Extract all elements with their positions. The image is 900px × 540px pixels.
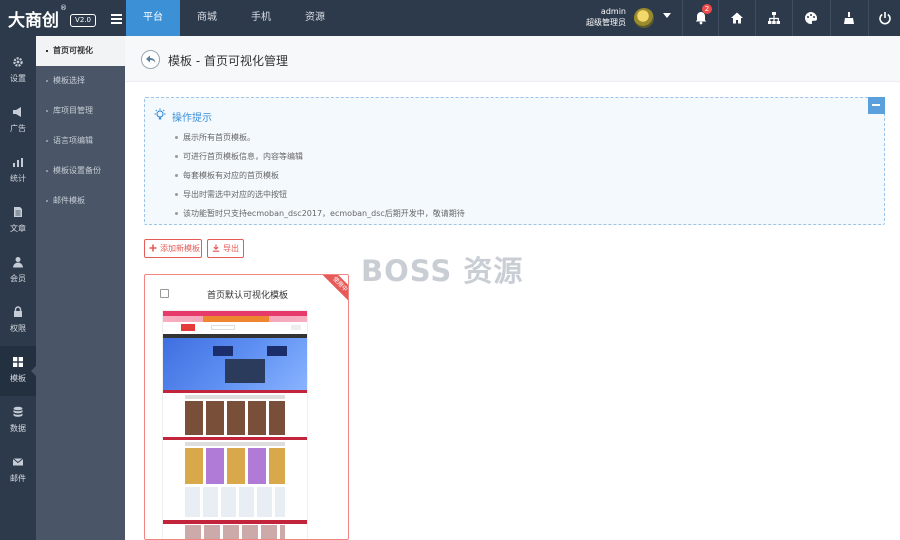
- tips-title: 操作提示: [172, 113, 212, 124]
- tip-item: 该功能暂时只支持ecmoban_dsc2017，ecmoban_dsc后期开发中…: [175, 204, 465, 223]
- gear-icon: [13, 57, 23, 67]
- sidebar-item-label: 文章: [10, 224, 26, 233]
- preview-divider-2: [163, 437, 307, 440]
- version-badge: V2.0: [70, 14, 96, 27]
- palette-icon[interactable]: [792, 0, 828, 36]
- user-name: admin: [600, 7, 626, 16]
- add-template-label: 添加新模板: [160, 244, 200, 253]
- preview-hero-badge-2: [267, 346, 287, 356]
- page-title: 模板 - 首页可视化管理: [168, 54, 288, 68]
- preview-promo-bg: [163, 316, 307, 322]
- main-content: 模板 - 首页可视化管理 操作提示 展示所有首页模板。 可进行首页模板信息，内容…: [125, 36, 900, 540]
- sidebar-item-ads[interactable]: 广告: [0, 96, 36, 146]
- sidebar-item-permissions[interactable]: 权限: [0, 296, 36, 346]
- icon-sidebar: 设置 广告 统计 文章 会员 权限 模板 数据 邮件: [0, 36, 36, 540]
- watermark: BOSS 资源: [361, 254, 524, 288]
- add-template-button[interactable]: 添加新模板: [144, 239, 202, 258]
- preview-hero-badge-1: [213, 346, 233, 356]
- preview-product-row-3: [185, 525, 285, 539]
- main-nav: 平台 商城 手机 资源: [126, 0, 342, 36]
- sidebar-item-label: 广告: [10, 124, 26, 133]
- submenu-item-language[interactable]: 语言项编辑: [36, 126, 125, 156]
- chart-icon: [13, 158, 23, 167]
- sidebar-item-templates[interactable]: 模板: [0, 346, 36, 396]
- preview-cart: [291, 325, 301, 330]
- sidebar-item-mail[interactable]: 邮件: [0, 446, 36, 496]
- template-preview-thumbnail[interactable]: [162, 310, 308, 539]
- bell-icon[interactable]: [682, 0, 718, 36]
- nav-tab-mobile[interactable]: 手机: [234, 0, 288, 36]
- document-icon: [14, 207, 22, 217]
- submenu-item-template-select[interactable]: 模板选择: [36, 66, 125, 96]
- export-label: 导出: [223, 244, 239, 253]
- user-icon: [13, 257, 23, 268]
- user-info[interactable]: admin 超级管理员: [586, 6, 626, 28]
- nav-tab-resources[interactable]: 资源: [288, 0, 342, 36]
- submenu-item-backup[interactable]: 模板设置备份: [36, 156, 125, 186]
- sidebar-item-label: 权限: [10, 324, 26, 333]
- tip-item: 可进行首页模板信息，内容等编辑: [175, 147, 465, 166]
- submenu-item-home-visual[interactable]: 首页可视化: [36, 36, 125, 66]
- logo-registered-mark: ®: [60, 4, 67, 12]
- template-name: 首页默认可视化模板: [206, 291, 288, 301]
- preview-divider: [163, 390, 307, 393]
- sitemap-icon[interactable]: [755, 0, 791, 36]
- chevron-down-icon[interactable]: [663, 13, 671, 18]
- sub-menu: 首页可视化 模板选择 库项目管理 语言项编辑 模板设置备份 邮件模板: [36, 36, 125, 540]
- mail-icon: [12, 458, 24, 466]
- sidebar-item-label: 数据: [10, 424, 26, 433]
- tip-item: 导出时需选中对应的选中按钮: [175, 185, 465, 204]
- preview-logo: [181, 324, 195, 331]
- power-icon[interactable]: [868, 0, 900, 36]
- home-icon[interactable]: [718, 0, 754, 36]
- top-bar: 大商创 ® V2.0 平台 商城 手机 资源 admin 超级管理员 2: [0, 0, 900, 36]
- sidebar-item-settings[interactable]: 设置: [0, 46, 36, 96]
- preview-search: [211, 325, 235, 330]
- preview-hero-devices: [225, 359, 265, 383]
- sidebar-item-label: 设置: [10, 74, 26, 83]
- tip-item: 每套模板有对应的首页模板: [175, 166, 465, 185]
- submenu-item-mail-template[interactable]: 邮件模板: [36, 186, 125, 216]
- export-button[interactable]: 导出: [207, 239, 244, 258]
- preview-divider-3: [163, 520, 307, 524]
- notification-badge: 2: [702, 4, 712, 14]
- back-arrow-icon[interactable]: [141, 50, 160, 69]
- broom-icon[interactable]: [830, 0, 866, 36]
- preview-product-row-2: [185, 448, 285, 484]
- avatar[interactable]: [634, 8, 654, 28]
- sidebar-item-label: 邮件: [10, 474, 26, 483]
- sidebar-item-label: 会员: [10, 274, 26, 283]
- logo[interactable]: 大商创: [8, 6, 59, 31]
- download-icon: [212, 244, 220, 252]
- preview-section-title: [185, 395, 285, 399]
- preview-section-title-2: [185, 442, 285, 446]
- sidebar-item-data[interactable]: 数据: [0, 396, 36, 446]
- tip-item: 展示所有首页模板。: [175, 128, 465, 147]
- lock-icon: [14, 306, 22, 317]
- collapse-icon[interactable]: [868, 97, 885, 114]
- sidebar-item-articles[interactable]: 文章: [0, 196, 36, 246]
- sidebar-item-stats[interactable]: 统计: [0, 146, 36, 196]
- menu-toggle-icon[interactable]: [111, 14, 122, 24]
- user-role: 超级管理员: [586, 18, 626, 27]
- title-bar: 模板 - 首页可视化管理: [125, 36, 900, 82]
- tips-list: 展示所有首页模板。 可进行首页模板信息，内容等编辑 每套模板有对应的首页模板 导…: [175, 128, 465, 223]
- nav-tab-platform[interactable]: 平台: [126, 0, 180, 36]
- megaphone-icon: [13, 107, 21, 117]
- logo-area: 大商创 ® V2.0: [0, 0, 126, 36]
- template-card[interactable]: 首页默认可视化模板 使用中: [144, 274, 349, 540]
- database-icon: [13, 406, 23, 417]
- nav-tab-mall[interactable]: 商城: [180, 0, 234, 36]
- sidebar-item-label: 统计: [10, 174, 26, 183]
- preview-product-row-1: [185, 401, 285, 435]
- plus-icon: [149, 244, 157, 252]
- preview-brand-grid: [185, 487, 285, 517]
- grid-icon: [13, 357, 23, 367]
- sidebar-item-members[interactable]: 会员: [0, 246, 36, 296]
- lightbulb-icon: [154, 108, 166, 120]
- submenu-item-library[interactable]: 库项目管理: [36, 96, 125, 126]
- tips-panel: 操作提示 展示所有首页模板。 可进行首页模板信息，内容等编辑 每套模板有对应的首…: [144, 97, 885, 225]
- sidebar-item-label: 模板: [10, 374, 26, 383]
